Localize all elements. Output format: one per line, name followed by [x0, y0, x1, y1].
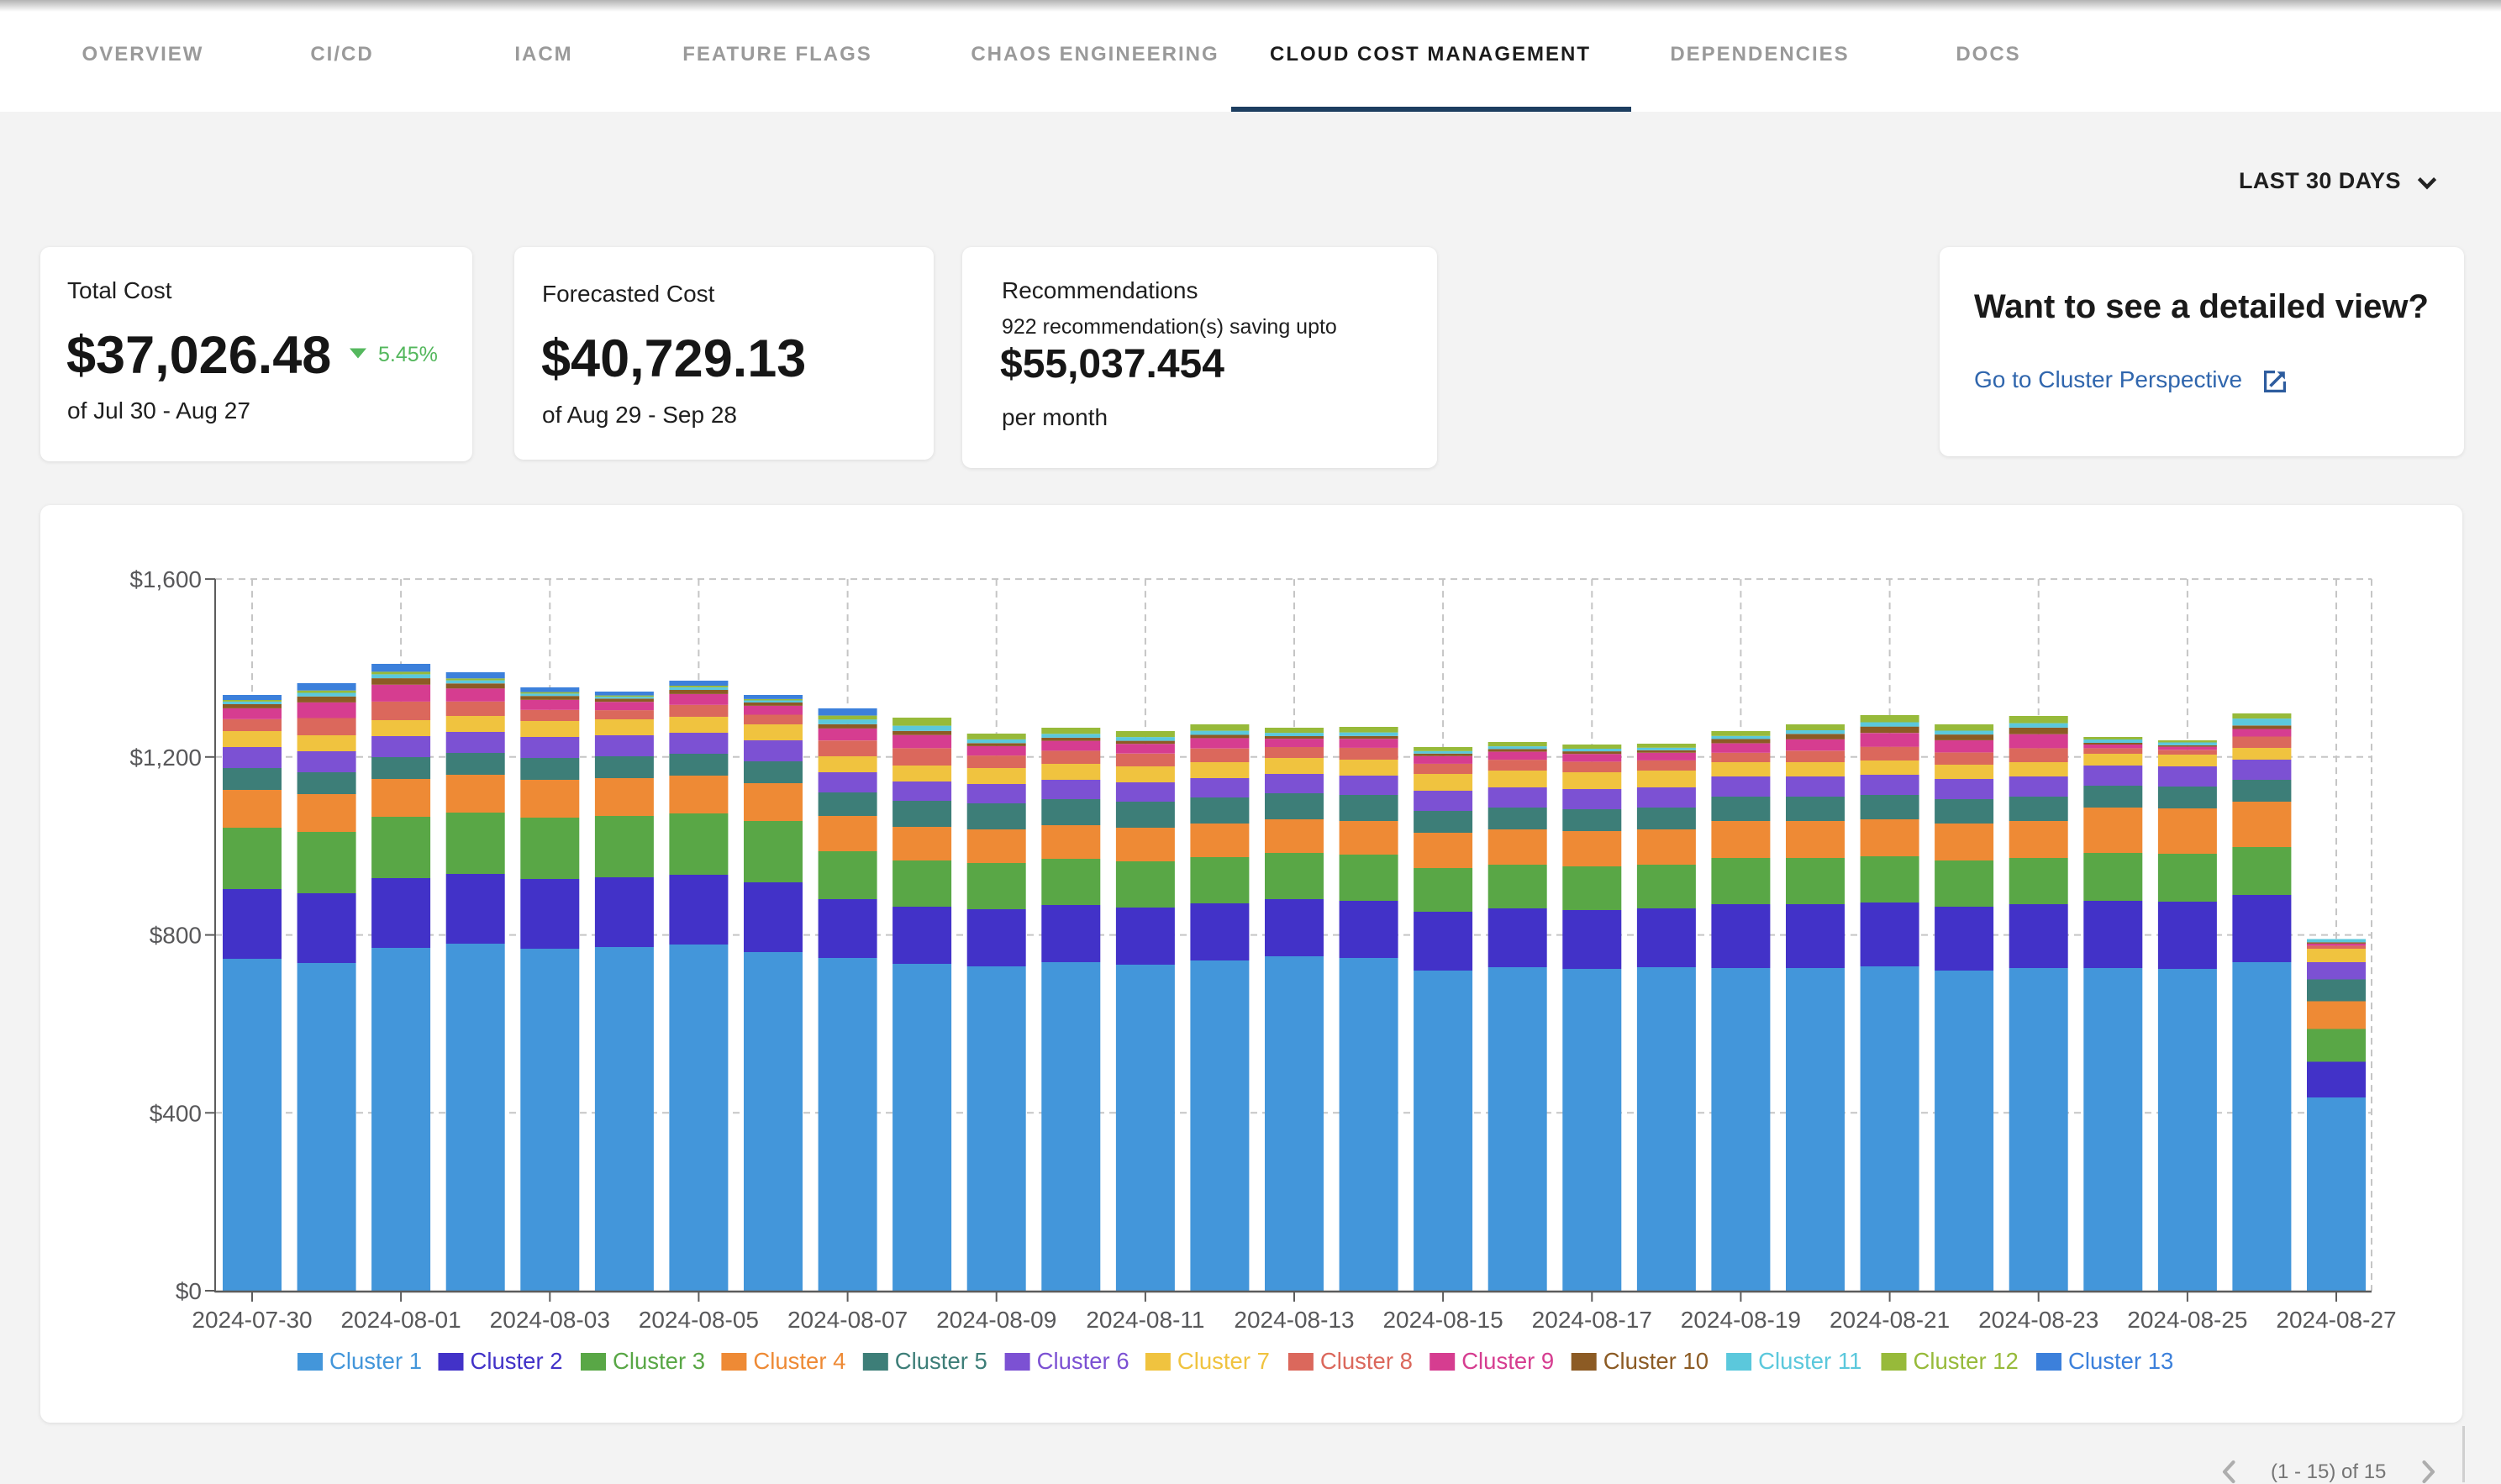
- svg-text:$800: $800: [150, 923, 202, 949]
- svg-text:Cluster 8: Cluster 8: [1320, 1348, 1413, 1374]
- svg-text:2024-08-15: 2024-08-15: [1382, 1307, 1503, 1333]
- svg-text:2024-08-23: 2024-08-23: [1978, 1307, 2098, 1333]
- svg-text:2024-08-05: 2024-08-05: [639, 1307, 759, 1333]
- svg-text:$0: $0: [176, 1278, 202, 1304]
- svg-text:2024-07-30: 2024-07-30: [192, 1307, 312, 1333]
- svg-text:2024-08-01: 2024-08-01: [340, 1307, 461, 1333]
- svg-text:2024-08-19: 2024-08-19: [1681, 1307, 1801, 1333]
- svg-text:2024-08-13: 2024-08-13: [1234, 1307, 1354, 1333]
- svg-text:Cluster 12: Cluster 12: [1914, 1348, 2019, 1374]
- svg-text:Cluster 10: Cluster 10: [1603, 1348, 1709, 1374]
- svg-text:$1,600: $1,600: [129, 566, 202, 592]
- svg-text:$400: $400: [150, 1100, 202, 1126]
- svg-text:2024-08-27: 2024-08-27: [2276, 1307, 2396, 1333]
- svg-text:Cluster 5: Cluster 5: [895, 1348, 987, 1374]
- svg-text:2024-08-21: 2024-08-21: [1830, 1307, 1950, 1333]
- svg-text:Cluster 2: Cluster 2: [471, 1348, 563, 1374]
- svg-text:2024-08-07: 2024-08-07: [787, 1307, 908, 1333]
- svg-text:Cluster 4: Cluster 4: [753, 1348, 845, 1374]
- svg-text:2024-08-17: 2024-08-17: [1532, 1307, 1652, 1333]
- svg-text:Cluster 1: Cluster 1: [329, 1348, 422, 1374]
- svg-text:Cluster 6: Cluster 6: [1037, 1348, 1129, 1374]
- svg-text:$1,200: $1,200: [129, 745, 202, 771]
- svg-text:2024-08-11: 2024-08-11: [1086, 1307, 1204, 1333]
- svg-text:2024-08-09: 2024-08-09: [936, 1307, 1056, 1333]
- svg-text:2024-08-03: 2024-08-03: [490, 1307, 610, 1333]
- svg-text:Cluster 11: Cluster 11: [1758, 1348, 1861, 1374]
- svg-text:Cluster 7: Cluster 7: [1177, 1348, 1270, 1374]
- svg-text:Cluster 9: Cluster 9: [1461, 1348, 1554, 1374]
- svg-text:2024-08-25: 2024-08-25: [2127, 1307, 2247, 1333]
- svg-text:Cluster 13: Cluster 13: [2068, 1348, 2173, 1374]
- svg-text:Cluster 3: Cluster 3: [613, 1348, 705, 1374]
